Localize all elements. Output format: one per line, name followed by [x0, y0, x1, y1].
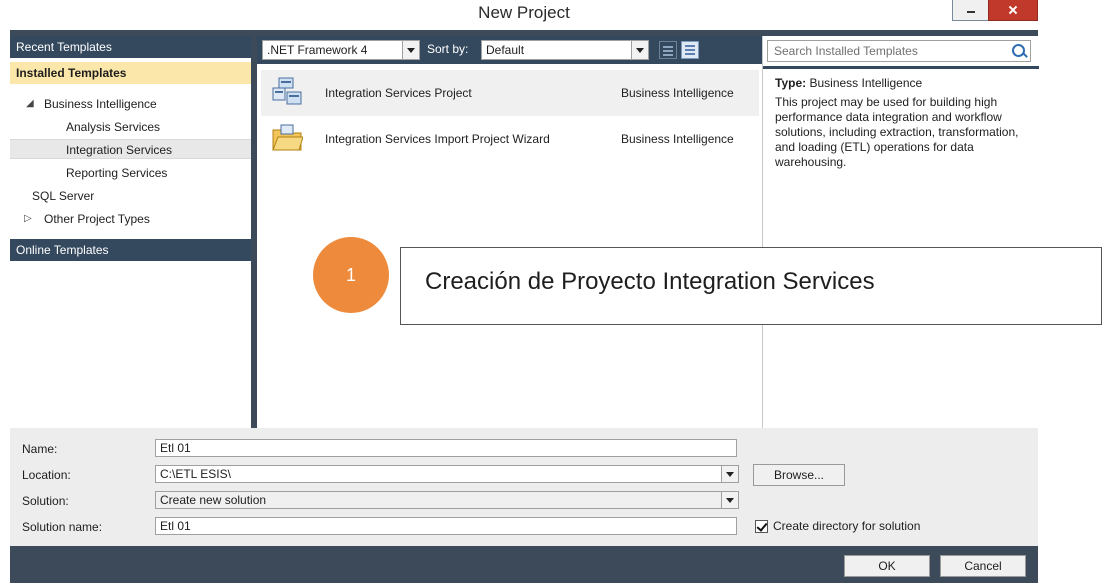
small-icons-view-button[interactable] [659, 41, 677, 59]
location-field[interactable]: C:\ETL ESIS\ [155, 465, 739, 483]
solution-select[interactable]: Create new solution [155, 491, 739, 509]
close-button[interactable] [988, 0, 1038, 21]
create-directory-checkbox[interactable] [755, 520, 768, 533]
tree-item-reporting-services[interactable]: Reporting Services [66, 163, 167, 183]
template-name: Integration Services Project [325, 86, 472, 100]
solution-name-field[interactable]: Etl 01 [155, 517, 737, 535]
list-toolbar: .NET Framework 4 Sort by: Default [257, 36, 762, 64]
recent-templates-header[interactable]: Recent Templates [10, 36, 251, 58]
template-category: Business Intelligence [621, 86, 734, 100]
template-category: Business Intelligence [621, 132, 734, 146]
location-label: Location: [22, 468, 71, 482]
template-name: Integration Services Import Project Wiza… [325, 132, 550, 146]
sort-select[interactable]: Default [481, 40, 649, 60]
search-input[interactable]: Search Installed Templates [767, 40, 1031, 62]
create-directory-label[interactable]: Create directory for solution [773, 519, 920, 533]
name-field[interactable]: Etl 01 [155, 439, 737, 457]
import-wizard-folder-icon [272, 124, 303, 151]
project-form: Name: Etl 01 Location: C:\ETL ESIS\ Brow… [10, 428, 1038, 546]
search-icon[interactable] [1012, 44, 1025, 57]
details-separator [763, 66, 1039, 69]
template-row-import-project-wizard[interactable]: Integration Services Import Project Wiza… [261, 116, 759, 162]
chevron-down-icon[interactable] [631, 41, 648, 59]
framework-select[interactable]: .NET Framework 4 [262, 40, 420, 60]
template-list-panel: .NET Framework 4 Sort by: Default Integr… [257, 36, 762, 428]
template-description: Type: Business Intelligence This project… [775, 76, 1033, 170]
type-value: Business Intelligence [809, 76, 923, 90]
ok-button[interactable]: OK [844, 555, 930, 577]
description-text: This project may be used for building hi… [775, 95, 1019, 169]
browse-button[interactable]: Browse... [753, 464, 845, 486]
expanded-arrow-icon[interactable]: ◢ [26, 94, 34, 114]
minimize-button[interactable] [952, 0, 990, 21]
type-label: Type: [775, 76, 807, 90]
chevron-down-icon[interactable] [721, 492, 738, 508]
name-label: Name: [22, 442, 58, 456]
dialog-footer: OK Cancel [10, 546, 1038, 583]
installed-templates-header[interactable]: Installed Templates [10, 62, 251, 84]
collapsed-arrow-icon[interactable]: ▷ [24, 209, 32, 229]
title-bar: New Project [10, 0, 1038, 30]
tree-item-business-intelligence[interactable]: ◢ Business Intelligence [26, 94, 157, 114]
template-row-integration-services-project[interactable]: Integration Services Project Business In… [261, 70, 759, 116]
callout-text: Creación de Proyecto Integration Service… [425, 268, 875, 295]
tree-item-analysis-services[interactable]: Analysis Services [66, 117, 160, 137]
sort-label: Sort by: [427, 42, 469, 56]
tree-item-sql-server[interactable]: SQL Server [32, 186, 94, 206]
solution-name-label: Solution name: [22, 520, 103, 534]
tree-item-integration-services[interactable]: Integration Services [10, 139, 251, 159]
callout-box: Creación de Proyecto Integration Service… [400, 247, 1102, 325]
window-title: New Project [478, 3, 570, 22]
details-panel: Search Installed Templates Type: Busines… [762, 36, 1039, 428]
cancel-button[interactable]: Cancel [940, 555, 1026, 577]
chevron-down-icon[interactable] [721, 466, 738, 482]
step-number-badge: 1 [313, 237, 389, 313]
templates-panel: Recent Templates Installed Templates ◢ B… [10, 36, 251, 428]
online-templates-header[interactable]: Online Templates [10, 239, 251, 261]
tree-item-other-project-types[interactable]: ▷ Other Project Types [24, 209, 150, 229]
list-view-button[interactable] [681, 41, 699, 59]
integration-project-icon [272, 77, 302, 105]
solution-label: Solution: [22, 494, 69, 508]
chevron-down-icon[interactable] [402, 41, 419, 59]
